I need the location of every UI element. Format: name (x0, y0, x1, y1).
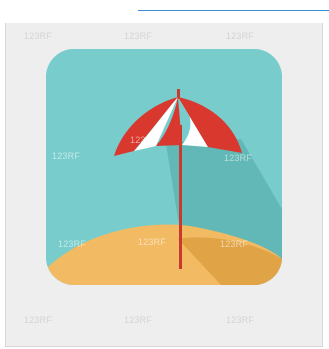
watermark: 123RF (24, 31, 53, 41)
watermark: 123RF (124, 31, 153, 41)
watermark: 123RF (226, 31, 255, 41)
watermark: 123RF (24, 315, 53, 325)
top-accent-line (138, 10, 329, 11)
watermark: 123RF (124, 315, 153, 325)
beach-umbrella-icon: 123RF 123RF 123RF 123RF 123RF 123RF (46, 49, 282, 285)
watermark: 123RF (226, 315, 255, 325)
beach-umbrella-svg (46, 49, 282, 285)
umbrella-pole (179, 125, 182, 269)
page: 123RF 123RF 123RF 123RF 123RF 123RF 123R… (0, 0, 329, 349)
image-frame: 123RF 123RF 123RF 123RF 123RF 123RF 123R… (5, 23, 323, 347)
